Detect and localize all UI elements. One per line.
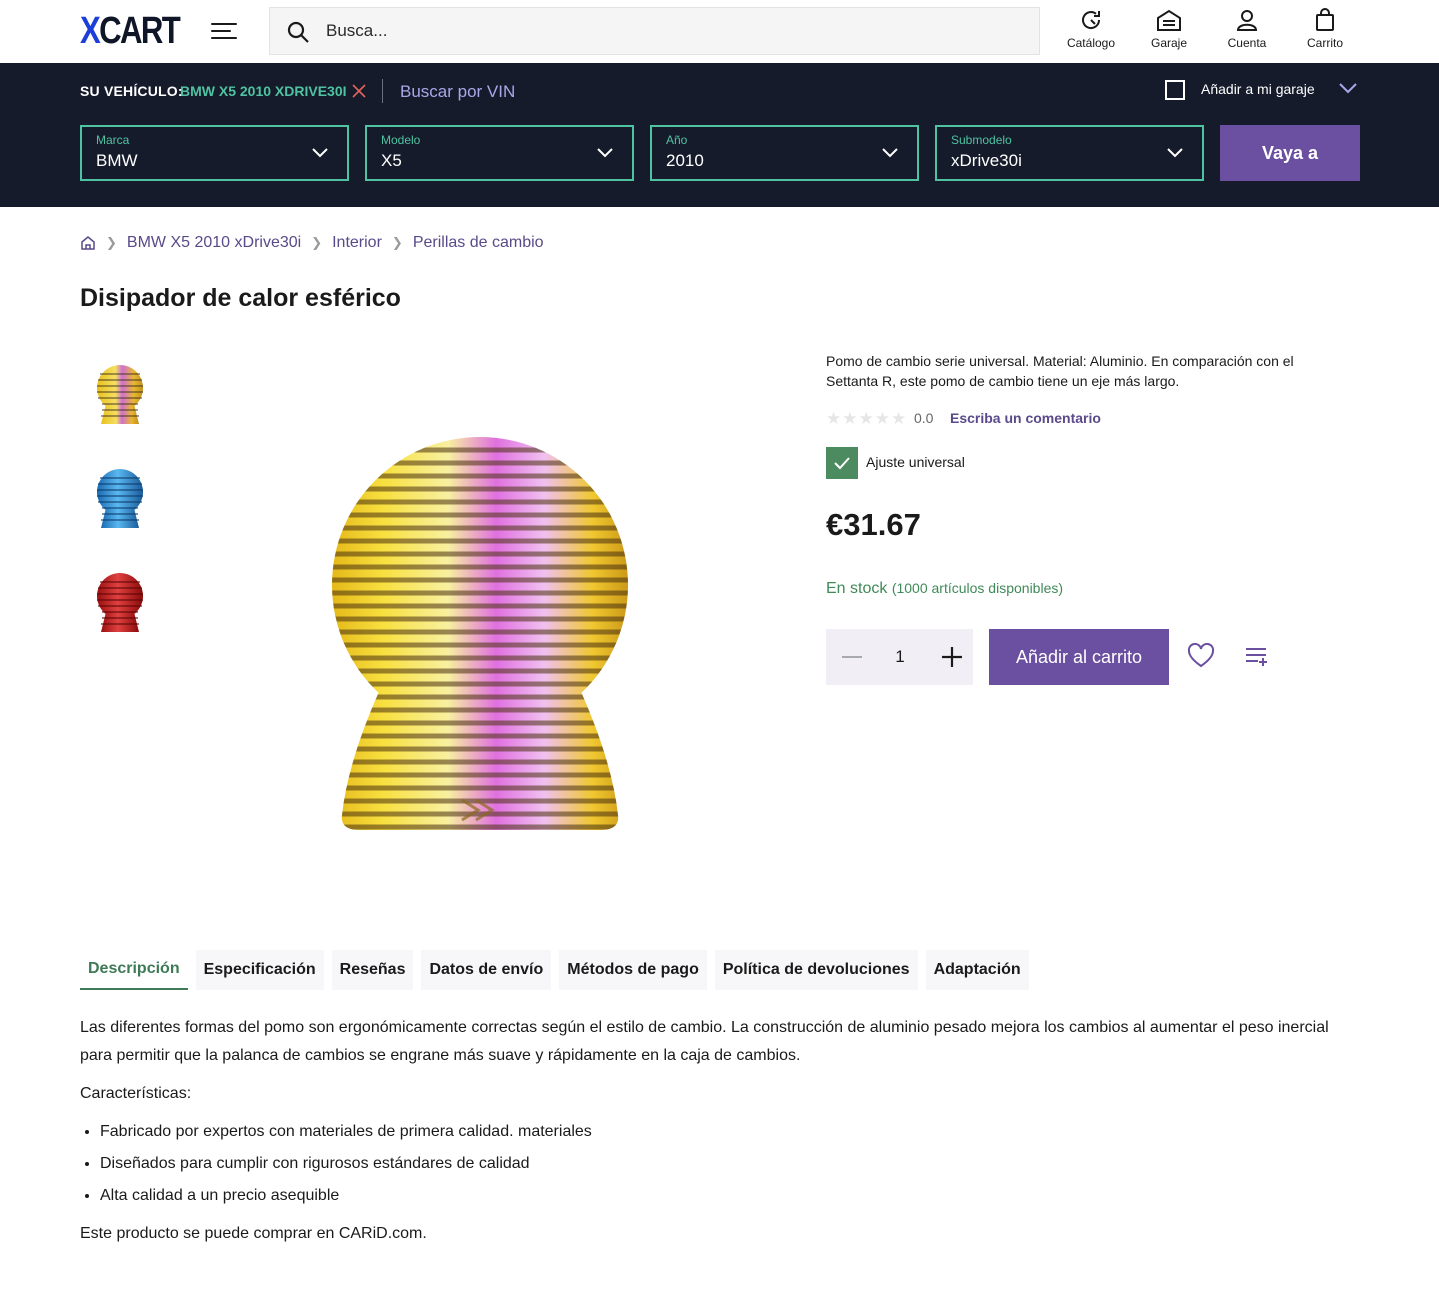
site-header: XCART Catálogo Garaje Cuenta Carrito (0, 0, 1439, 63)
tab-description[interactable]: Descripción (80, 950, 188, 990)
make-select[interactable]: Marca BMW (80, 125, 349, 181)
search-icon[interactable] (286, 20, 310, 44)
plus-icon[interactable] (934, 639, 970, 675)
list-item: Alta calidad a un precio asequible (100, 1182, 1360, 1210)
logo-x: X (80, 9, 101, 52)
add-to-garage-checkbox[interactable] (1165, 80, 1185, 100)
list-item: Fabricado por expertos con materiales de… (100, 1118, 1360, 1146)
year-select-value: 2010 (666, 151, 704, 170)
breadcrumb-separator: ❯ (311, 235, 323, 250)
stock-status-label: En stock (826, 580, 888, 597)
vin-search-link[interactable]: Buscar por VIN (400, 82, 515, 102)
write-review-link[interactable]: Escriba un comentario (950, 410, 1101, 426)
catalog-label: Catálogo (1066, 36, 1116, 50)
add-to-garage-label: Añadir a mi garaje (1201, 81, 1315, 97)
page-title: Disipador de calor esférico (80, 284, 401, 312)
search-bar (269, 7, 1040, 55)
quantity-input[interactable] (874, 643, 926, 671)
stock-status: En stock (1000 artículos disponibles) (826, 580, 1063, 598)
thumbnail-neochrome[interactable] (94, 362, 146, 426)
logo-cart: CART (99, 9, 181, 52)
breadcrumb-vehicle[interactable]: BMW X5 2010 xDrive30i (127, 234, 301, 252)
star-icon: ★ (842, 409, 858, 428)
product-short-description: Pomo de cambio serie universal. Material… (826, 353, 1294, 389)
thumbnail-red[interactable] (94, 570, 146, 634)
breadcrumb: ❯ BMW X5 2010 xDrive30i ❯ Interior ❯ Per… (80, 233, 544, 253)
check-icon (834, 457, 850, 470)
features-list: Fabricado por expertos con materiales de… (100, 1118, 1360, 1210)
cart-label: Carrito (1306, 36, 1343, 50)
tab-return-policy[interactable]: Política de devoluciones (714, 950, 918, 990)
breadcrumb-separator: ❯ (106, 235, 117, 250)
cart-icon (1316, 8, 1334, 31)
submodel-select-label: Submodelo (951, 133, 1012, 147)
description-content: Las diferentes formas del pomo son ergon… (80, 1014, 1360, 1258)
search-input[interactable] (326, 8, 1026, 54)
make-select-label: Marca (96, 133, 130, 147)
quantity-stepper (826, 629, 973, 685)
tab-specification[interactable]: Especificación (195, 950, 324, 990)
divider (382, 79, 383, 103)
tab-fitment[interactable]: Adaptación (925, 950, 1029, 990)
rating-value: 0.0 (914, 410, 934, 426)
product-image (332, 437, 628, 830)
home-icon[interactable] (80, 235, 96, 251)
breadcrumb-shift-knobs[interactable]: Perillas de cambio (413, 234, 544, 252)
account-link[interactable]: Cuenta (1212, 8, 1282, 50)
features-title: Características: (80, 1085, 192, 1102)
account-icon (1236, 10, 1258, 31)
minus-icon[interactable] (834, 639, 870, 675)
vehicle-label: SU VEHÍCULO: (80, 83, 183, 99)
year-select[interactable]: Año 2010 (650, 125, 919, 181)
catalog-link[interactable]: Catálogo (1056, 8, 1126, 50)
garage-icon (1157, 9, 1181, 31)
menu-icon[interactable] (211, 20, 237, 42)
description-footer: Este producto se puede comprar en CARiD.… (80, 1225, 427, 1242)
logo[interactable]: X CART (80, 9, 181, 52)
catalog-icon (1082, 11, 1101, 29)
fit-badge (826, 447, 858, 479)
stock-quantity: (1000 artículos disponibles) (891, 580, 1064, 596)
star-icon: ★ (826, 409, 842, 428)
add-to-cart-button[interactable]: Añadir al carrito (989, 629, 1169, 685)
garage-link[interactable]: Garaje (1134, 8, 1204, 50)
thumbnail-blue[interactable] (94, 466, 146, 530)
submodel-select[interactable]: Submodelo xDrive30i (935, 125, 1204, 181)
submodel-select-value: xDrive30i (951, 151, 1022, 170)
tab-payment-methods[interactable]: Métodos de pago (559, 950, 707, 990)
go-button[interactable]: Vaya a (1220, 125, 1360, 181)
description-paragraph: Las diferentes formas del pomo son ergon… (80, 1019, 1329, 1064)
add-to-compare-icon[interactable] (1244, 645, 1270, 669)
close-icon[interactable] (351, 83, 367, 99)
fit-label: Ajuste universal (866, 454, 965, 470)
chevron-down-icon (1167, 148, 1183, 158)
tab-shipping[interactable]: Datos de envío (421, 950, 552, 990)
chevron-down-icon[interactable] (1338, 81, 1358, 95)
star-icon: ★ (891, 409, 907, 428)
garage-label: Garaje (1150, 36, 1188, 50)
cart-link[interactable]: Carrito (1290, 8, 1360, 50)
vehicle-selector-bar: SU VEHÍCULO: BMW X5 2010 XDRIVE30I Busca… (0, 63, 1439, 207)
list-item: Diseñados para cumplir con rigurosos est… (100, 1150, 1360, 1178)
chevron-down-icon (597, 148, 613, 158)
make-select-value: BMW (96, 151, 138, 170)
breadcrumb-interior[interactable]: Interior (332, 234, 382, 252)
heart-icon[interactable] (1187, 643, 1215, 669)
model-select-value: X5 (381, 151, 402, 170)
tab-reviews[interactable]: Reseñas (331, 950, 414, 990)
star-icon: ★ (874, 409, 890, 428)
chevron-down-icon (312, 148, 328, 158)
model-select-label: Modelo (381, 133, 421, 147)
account-label: Cuenta (1227, 36, 1267, 50)
vehicle-value: BMW X5 2010 XDRIVE30I (180, 83, 347, 99)
star-icon: ★ (858, 409, 874, 428)
rating-stars: ★ ★ ★ ★ ★ (826, 410, 906, 428)
model-select[interactable]: Modelo X5 (365, 125, 634, 181)
year-select-label: Año (666, 133, 688, 147)
breadcrumb-separator: ❯ (391, 235, 403, 250)
product-tabs: Descripción Especificación Reseñas Datos… (80, 950, 1029, 990)
product-price: €31.67 (826, 507, 921, 542)
chevron-down-icon (882, 148, 898, 158)
